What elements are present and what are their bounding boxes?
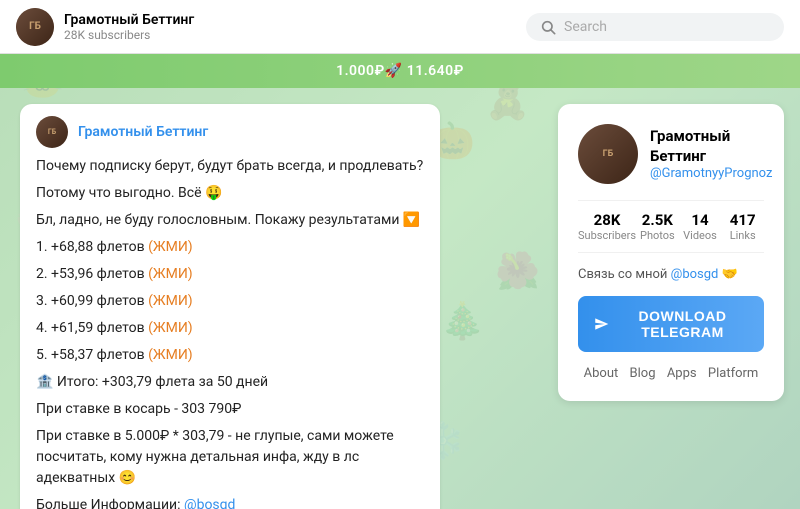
telegram-icon — [594, 314, 609, 334]
msg-line-1: Почему подписку берут, будут брать всегд… — [36, 156, 424, 177]
msg-line-12: Больше Информации: @bosgd — [36, 495, 424, 509]
message-header: ГБ Грамотный Беттинг — [36, 116, 424, 148]
link-4[interactable]: (ЖМИ) — [148, 320, 193, 336]
message-avatar: ГБ — [36, 116, 68, 148]
channel-subs-top: 28K subscribers — [64, 28, 526, 42]
main-content: ГБ Грамотный Беттинг Почему подписку бер… — [0, 88, 800, 509]
chat-area[interactable]: ГБ Грамотный Беттинг Почему подписку бер… — [0, 88, 542, 509]
top-bar: ГБ Грамотный Беттинг 28K subscribers Sea… — [0, 0, 800, 54]
link-2[interactable]: (ЖМИ) — [148, 266, 193, 282]
message-bubble: ГБ Грамотный Беттинг Почему подписку бер… — [20, 104, 440, 509]
channel-avatar-top[interactable]: ГБ — [16, 8, 54, 46]
contact-link[interactable]: @bosgd — [671, 267, 719, 282]
contact-link-msg[interactable]: @bosgd — [184, 497, 235, 509]
channel-name-top: Грамотный Беттинг — [64, 12, 526, 28]
msg-line-8: 5. +58,37 флетов (ЖМИ) — [36, 345, 424, 366]
search-bar[interactable]: Search — [526, 13, 784, 41]
message-body: Почему подписку берут, будут брать всегд… — [36, 156, 424, 509]
avatar-img: ГБ — [16, 8, 54, 46]
banner: 1.000₽🚀 11.640₽ — [0, 54, 800, 88]
msg-line-7: 4. +61,59 флетов (ЖМИ) — [36, 318, 424, 339]
nav-link-apps[interactable]: Apps — [667, 366, 697, 381]
nav-link-platform[interactable]: Platform — [708, 366, 758, 381]
profile-names: Грамотный Беттинг @GramotnyyPrognoz — [650, 127, 772, 181]
stat-subscribers-number: 28K — [578, 211, 636, 229]
msg-line-3: Бл, ладно, не буду голословным. Покажу р… — [36, 210, 424, 231]
profile-nav-links: About Blog Apps Platform — [578, 366, 764, 381]
stat-links: 417 Links — [721, 211, 764, 242]
stat-photos-number: 2.5K — [636, 211, 679, 229]
msg-line-6: 3. +60,99 флетов (ЖМИ) — [36, 291, 424, 312]
stat-links-label: Links — [721, 229, 764, 242]
stat-photos-label: Photos — [636, 229, 679, 242]
stat-videos-number: 14 — [679, 211, 722, 229]
contact-emoji: 🤝 — [722, 267, 738, 282]
banner-text: 1.000₽🚀 11.640₽ — [336, 63, 464, 79]
search-placeholder: Search — [564, 19, 607, 35]
stat-videos: 14 Videos — [679, 211, 722, 242]
profile-card: ГБ Грамотный Беттинг @GramotnyyPrognoz 2… — [558, 104, 784, 401]
link-5[interactable]: (ЖМИ) — [148, 347, 193, 363]
search-icon — [540, 19, 556, 35]
link-1[interactable]: (ЖМИ) — [148, 239, 193, 255]
msg-line-2: Потому что выгодно. Всё 🤑 — [36, 183, 424, 204]
nav-link-about[interactable]: About — [584, 366, 619, 381]
link-3[interactable]: (ЖМИ) — [148, 293, 193, 309]
stat-subscribers: 28K Subscribers — [578, 211, 636, 242]
message-channel-name[interactable]: Грамотный Беттинг — [78, 124, 208, 140]
msg-line-10: При ставке в косарь - 303 790₽ — [36, 399, 424, 420]
profile-panel: ГБ Грамотный Беттинг @GramotnyyPrognoz 2… — [542, 88, 800, 509]
msg-line-4: 1. +68,88 флетов (ЖМИ) — [36, 237, 424, 258]
msg-line-9: 🏦 Итого: +303,79 флета за 50 дней — [36, 372, 424, 393]
profile-display-name: Грамотный Беттинг — [650, 127, 772, 166]
channel-info: Грамотный Беттинг 28K subscribers — [64, 12, 526, 42]
profile-contact: Связь со мной @bosgd 🤝 — [578, 267, 764, 282]
profile-top: ГБ Грамотный Беттинг @GramotnyyPrognoz — [578, 124, 764, 184]
nav-link-blog[interactable]: Blog — [630, 366, 656, 381]
download-btn-label: DOWNLOAD TELEGRAM — [617, 308, 748, 340]
profile-avatar: ГБ — [578, 124, 638, 184]
contact-text: Связь со мной — [578, 267, 667, 282]
msg-line-5: 2. +53,96 флетов (ЖМИ) — [36, 264, 424, 285]
stat-links-number: 417 — [721, 211, 764, 229]
stat-subscribers-label: Subscribers — [578, 229, 636, 242]
stat-videos-label: Videos — [679, 229, 722, 242]
msg-line-11: При ставке в 5.000₽ * 303,79 - не глупые… — [36, 426, 424, 489]
download-button[interactable]: DOWNLOAD TELEGRAM — [578, 296, 764, 352]
profile-stats: 28K Subscribers 2.5K Photos 14 Videos 41… — [578, 200, 764, 253]
profile-username[interactable]: @GramotnyyPrognoz — [650, 166, 772, 181]
stat-photos: 2.5K Photos — [636, 211, 679, 242]
